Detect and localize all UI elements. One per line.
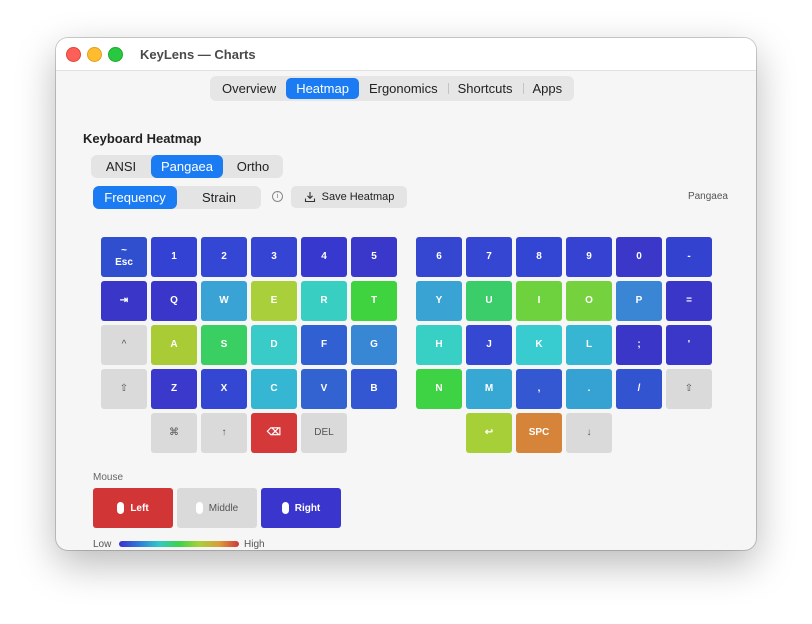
download-tray-icon [304,192,315,203]
right-key-2-3[interactable]: L [566,325,612,365]
left-key-0-5[interactable]: 5 [351,237,397,277]
right-key-1-3[interactable]: O [566,281,612,321]
legend-low-label: Low [93,539,112,550]
right-key-1-1[interactable]: U [466,281,512,321]
left-key-0-1[interactable]: 1 [151,237,197,277]
right-key-3-2[interactable]: , [516,369,562,409]
left-key-4-2[interactable]: ↑ [201,413,247,453]
mouse-middle-label: Middle [208,502,239,514]
left-key-3-4[interactable]: V [301,369,347,409]
layout-option-ansi[interactable]: ANSI [91,155,151,178]
mouse-label: Mouse [93,472,124,483]
mode-selector: Frequency Strain [93,186,261,209]
right-key-1-4[interactable]: P [616,281,662,321]
right-key-0-4[interactable]: 0 [616,237,662,277]
left-key-2-1[interactable]: A [151,325,197,365]
minimize-window-button[interactable] [87,47,102,62]
left-key-0-0[interactable]: ~ Esc [101,237,147,277]
mouse-right-label: Right [294,502,321,514]
right-key-0-5[interactable]: - [666,237,712,277]
left-key-3-2[interactable]: X [201,369,247,409]
layout-option-ortho[interactable]: Ortho [223,155,283,178]
left-key-1-2[interactable]: W [201,281,247,321]
tab-shortcuts[interactable]: Shortcuts [447,78,523,99]
layout-option-pangaea[interactable]: Pangaea [151,155,223,178]
right-key-3-3[interactable]: . [566,369,612,409]
right-key-3-0[interactable]: N [416,369,462,409]
right-key-3-1[interactable]: M [466,369,512,409]
left-key-1-0[interactable]: ⇥ [101,281,147,321]
right-key-0-3[interactable]: 9 [566,237,612,277]
left-key-4-1[interactable]: ⌘ [151,413,197,453]
right-key-2-2[interactable]: K [516,325,562,365]
right-key-3-4[interactable]: / [616,369,662,409]
right-key-4-2[interactable]: SPC [516,413,562,453]
right-key-2-0[interactable]: H [416,325,462,365]
window-title: KeyLens — Charts [140,47,256,62]
left-key-0-3[interactable]: 3 [251,237,297,277]
left-key-4-3[interactable]: ⌫ [251,413,297,453]
mode-option-frequency[interactable]: Frequency [93,186,177,209]
left-key-0-4[interactable]: 4 [301,237,347,277]
left-key-1-1[interactable]: Q [151,281,197,321]
layout-caption: Pangaea [687,191,728,202]
left-key-1-3[interactable]: E [251,281,297,321]
right-key-0-0[interactable]: 6 [416,237,462,277]
left-key-1-5[interactable]: T [351,281,397,321]
save-heatmap-label: Save Heatmap [321,191,395,203]
info-circle-icon[interactable]: i [272,191,283,202]
legend-gradient-bar [119,541,239,547]
right-key-2-1[interactable]: J [466,325,512,365]
save-heatmap-button[interactable]: Save Heatmap [291,186,407,208]
mouse-button-icon [281,502,289,514]
right-key-1-2[interactable]: I [516,281,562,321]
left-key-3-0[interactable]: ⇧ [101,369,147,409]
right-key-0-2[interactable]: 8 [516,237,562,277]
left-key-2-5[interactable]: G [351,325,397,365]
left-key-2-2[interactable]: S [201,325,247,365]
tab-apps[interactable]: Apps [522,78,573,99]
right-key-1-5[interactable]: = [666,281,712,321]
app-window: KeyLens — Charts Overview Heatmap Ergono… [56,38,756,550]
tab-overview[interactable]: Overview [212,78,286,99]
mouse-left-label: Left [130,502,149,514]
tab-bar: Overview Heatmap Ergonomics Shortcuts Ap… [210,76,575,101]
left-key-3-1[interactable]: Z [151,369,197,409]
legend-high-label: High [244,539,265,550]
mode-option-strain[interactable]: Strain [177,186,261,209]
right-key-4-3[interactable]: ↓ [566,413,612,453]
mouse-button-icon [117,502,125,514]
layout-selector: ANSI Pangaea Ortho [91,155,283,178]
mouse-middle-button[interactable]: Middle [177,488,257,528]
mouse-button-icon [195,502,203,514]
maximize-window-button[interactable] [108,47,123,62]
tab-heatmap[interactable]: Heatmap [286,78,359,99]
right-key-3-5[interactable]: ⇧ [666,369,712,409]
left-key-2-0[interactable]: ^ [101,325,147,365]
right-key-0-1[interactable]: 7 [466,237,512,277]
left-key-1-4[interactable]: R [301,281,347,321]
left-key-4-4[interactable]: DEL [301,413,347,453]
mouse-right-button[interactable]: Right [261,488,341,528]
right-key-1-0[interactable]: Y [416,281,462,321]
left-key-2-4[interactable]: F [301,325,347,365]
left-key-3-5[interactable]: B [351,369,397,409]
mouse-left-button[interactable]: Left [93,488,173,528]
close-window-button[interactable] [66,47,81,62]
left-key-0-2[interactable]: 2 [201,237,247,277]
title-bar: KeyLens — Charts [56,38,756,71]
right-key-4-1[interactable]: ↩ [466,413,512,453]
left-key-2-3[interactable]: D [251,325,297,365]
right-key-2-4[interactable]: ; [616,325,662,365]
tab-ergonomics[interactable]: Ergonomics [359,78,448,99]
left-key-3-3[interactable]: C [251,369,297,409]
section-title: Keyboard Heatmap [83,131,202,146]
right-key-2-5[interactable]: ' [666,325,712,365]
